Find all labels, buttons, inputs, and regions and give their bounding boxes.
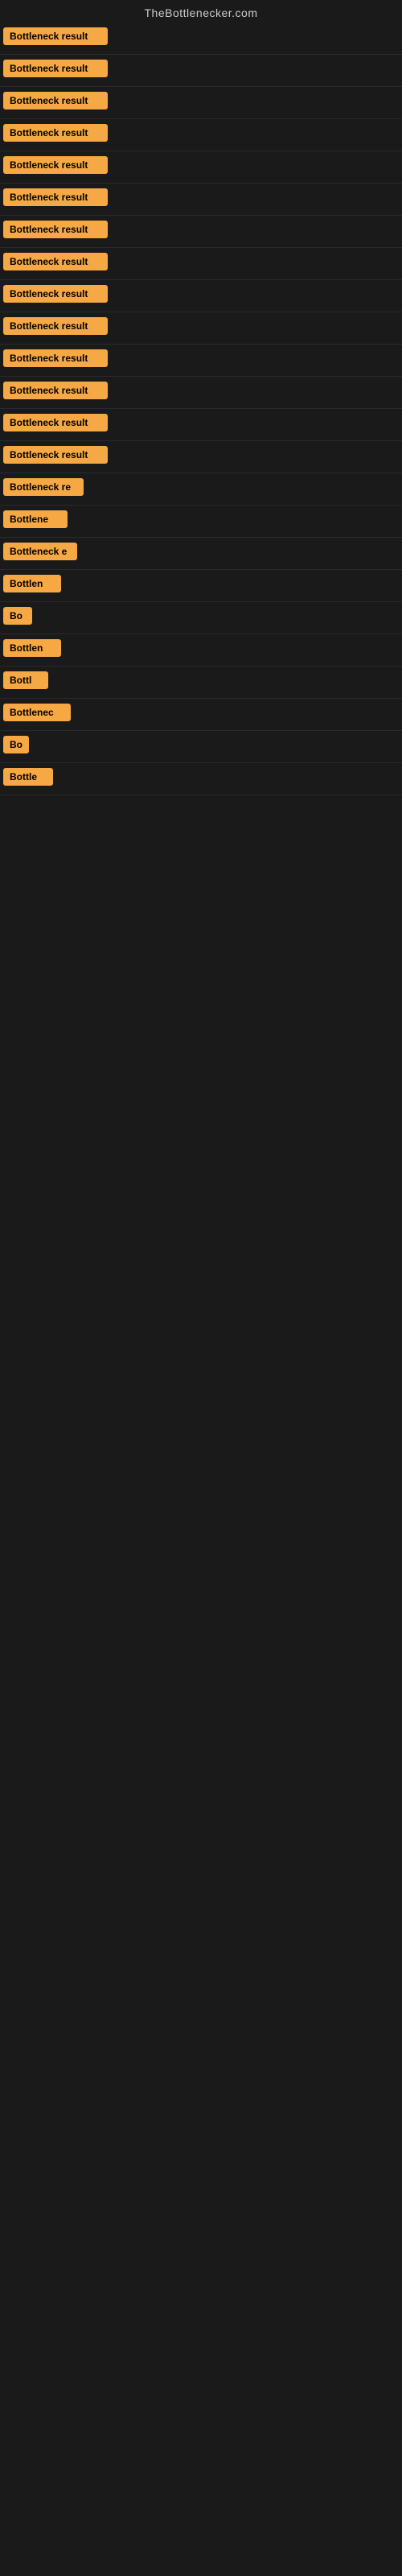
list-item: Bottleneck re: [0, 473, 402, 506]
bottleneck-result-badge[interactable]: Bottleneck result: [3, 285, 108, 303]
list-item: Bottleneck result: [0, 151, 402, 184]
bottleneck-result-badge[interactable]: Bottleneck result: [3, 414, 108, 431]
bottleneck-result-badge[interactable]: Bottlen: [3, 639, 61, 657]
list-item: Bottlen: [0, 570, 402, 602]
bottleneck-result-badge[interactable]: Bottleneck result: [3, 221, 108, 238]
list-item: Bottleneck result: [0, 377, 402, 409]
list-item: Bottleneck result: [0, 216, 402, 248]
list-item: Bottleneck result: [0, 55, 402, 87]
list-item: Bottleneck result: [0, 280, 402, 312]
bottleneck-result-badge[interactable]: Bottleneck result: [3, 317, 108, 335]
bottleneck-result-badge[interactable]: Bottle: [3, 768, 53, 786]
bottleneck-result-badge[interactable]: Bottleneck result: [3, 349, 108, 367]
list-item: Bottle: [0, 763, 402, 795]
bottleneck-result-badge[interactable]: Bottlenec: [3, 704, 71, 721]
bottleneck-result-badge[interactable]: Bottleneck result: [3, 60, 108, 77]
bottleneck-result-badge[interactable]: Bottleneck result: [3, 382, 108, 399]
bottleneck-result-badge[interactable]: Bottleneck e: [3, 543, 77, 560]
list-item: Bottl: [0, 667, 402, 699]
bottleneck-result-badge[interactable]: Bottl: [3, 671, 48, 689]
bottleneck-result-badge[interactable]: Bottleneck result: [3, 92, 108, 109]
list-item: Bottleneck result: [0, 441, 402, 473]
bottleneck-result-badge[interactable]: Bottlen: [3, 575, 61, 592]
site-title: TheBottlenecker.com: [0, 0, 402, 23]
list-item: Bo: [0, 602, 402, 634]
bottleneck-result-badge[interactable]: Bo: [3, 607, 32, 625]
list-item: Bottlene: [0, 506, 402, 538]
list-item: Bottleneck result: [0, 248, 402, 280]
list-item: Bottlen: [0, 634, 402, 667]
list-item: Bottleneck result: [0, 184, 402, 216]
bottleneck-result-badge[interactable]: Bottleneck result: [3, 253, 108, 270]
list-item: Bottlenec: [0, 699, 402, 731]
bottleneck-result-badge[interactable]: Bottleneck result: [3, 188, 108, 206]
list-item: Bottleneck result: [0, 119, 402, 151]
bottleneck-result-badge[interactable]: Bo: [3, 736, 29, 753]
bottleneck-result-badge[interactable]: Bottleneck result: [3, 27, 108, 45]
bottleneck-result-badge[interactable]: Bottleneck result: [3, 124, 108, 142]
bottleneck-result-badge[interactable]: Bottlene: [3, 510, 68, 528]
list-item: Bottleneck result: [0, 87, 402, 119]
list-item: Bottleneck result: [0, 23, 402, 55]
list-item: Bo: [0, 731, 402, 763]
bottleneck-result-badge[interactable]: Bottleneck re: [3, 478, 84, 496]
list-item: Bottleneck e: [0, 538, 402, 570]
list-item: Bottleneck result: [0, 345, 402, 377]
bottleneck-result-badge[interactable]: Bottleneck result: [3, 446, 108, 464]
list-item: Bottleneck result: [0, 409, 402, 441]
bottleneck-result-badge[interactable]: Bottleneck result: [3, 156, 108, 174]
list-item: Bottleneck result: [0, 312, 402, 345]
